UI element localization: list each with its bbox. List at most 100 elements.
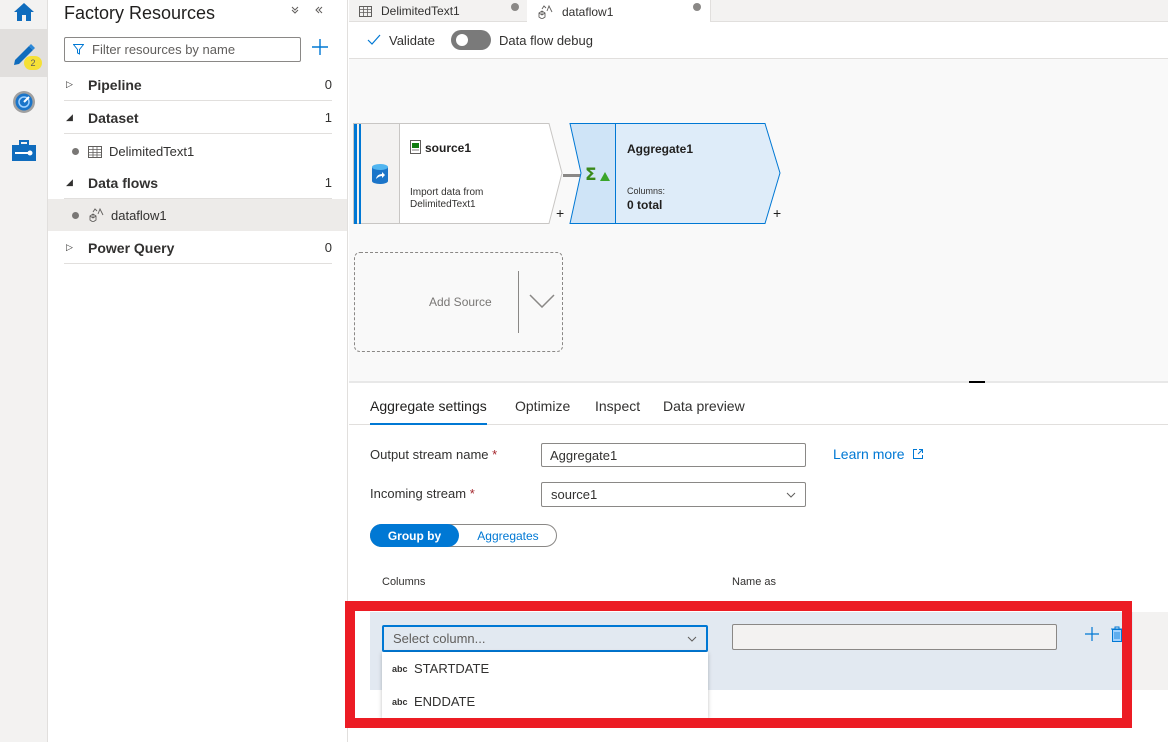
tree-group-data-flows[interactable]: ◢ Data flows 1 xyxy=(64,167,332,199)
select-column-dropdown[interactable]: Select column... xyxy=(382,625,708,652)
pivot-group-by[interactable]: Group by xyxy=(370,524,459,547)
tab-optimize[interactable]: Optimize xyxy=(515,398,570,414)
toolbox-icon xyxy=(12,140,36,161)
aggregate-columns-label: Columns: xyxy=(627,186,666,196)
pane-title: Factory Resources xyxy=(64,3,216,23)
source-add-transform-button[interactable]: + xyxy=(556,205,564,221)
unsaved-dot xyxy=(511,3,519,11)
unsaved-dot xyxy=(693,3,701,11)
aggregate-node-name: Aggregate1 xyxy=(627,142,694,156)
tree-group-power-query[interactable]: ▷ Power Query 0 xyxy=(64,232,332,264)
source-node-name: source1 xyxy=(425,141,472,155)
columns-header: Columns xyxy=(382,576,426,588)
tab-delimitedtext1[interactable]: DelimitedText1 xyxy=(349,0,527,22)
dataflow-canvas[interactable]: source1 Import data from DelimitedText1 … xyxy=(349,59,1168,381)
left-nav-rail: 2 xyxy=(0,0,48,742)
required-mark: * xyxy=(469,486,475,501)
home-icon xyxy=(14,3,34,21)
aggregate-sigma-icon: Σ xyxy=(585,165,610,183)
chevron-down-icon xyxy=(786,492,796,498)
aggregate-add-transform-button[interactable]: + xyxy=(773,205,781,221)
source-node-dataset: DelimitedText1 xyxy=(410,199,476,210)
filter-icon xyxy=(73,44,84,55)
tab-inspect[interactable]: Inspect xyxy=(595,398,640,414)
plus-icon xyxy=(312,39,328,55)
string-type-icon: abc xyxy=(392,696,408,707)
delete-row-icon[interactable] xyxy=(1110,626,1124,643)
filter-resources-field[interactable] xyxy=(64,37,301,62)
rail-manage[interactable] xyxy=(0,127,48,175)
rail-author[interactable]: 2 xyxy=(0,29,48,77)
data-flow-debug-toggle[interactable] xyxy=(451,30,492,50)
string-type-icon: abc xyxy=(392,663,408,674)
output-stream-label-text: Output stream name xyxy=(370,447,489,462)
tree-item-dataflow1[interactable]: dataflow1 xyxy=(48,199,347,231)
external-link-icon xyxy=(912,449,923,459)
output-stream-name-input[interactable] xyxy=(541,443,806,467)
tab-dataflow1[interactable]: dataflow1 xyxy=(527,0,711,23)
settings-panel-tabs: Aggregate settings Optimize Inspect Data… xyxy=(349,383,1168,425)
group-label: Power Query xyxy=(88,239,175,256)
add-source-button[interactable]: Add Source xyxy=(354,252,563,352)
item-label: dataflow1 xyxy=(111,207,167,223)
incoming-stream-label-text: Incoming stream xyxy=(370,486,467,501)
tab-data-preview[interactable]: Data preview xyxy=(663,398,745,414)
add-resource-button[interactable] xyxy=(309,36,331,58)
caret-down-icon: ◢ xyxy=(66,112,73,122)
tree-item-delimitedtext1[interactable]: DelimitedText1 xyxy=(48,135,347,167)
output-stream-label: Output stream name * xyxy=(370,447,497,462)
incoming-stream-select[interactable]: source1 xyxy=(541,482,806,507)
column-options-list: abc STARTDATE abc ENDDATE xyxy=(382,652,708,718)
table-icon xyxy=(88,145,102,158)
group-label: Data flows xyxy=(88,174,159,191)
chevron-down-icon xyxy=(687,636,697,642)
group-count: 1 xyxy=(324,110,332,125)
status-dot xyxy=(72,211,79,219)
caret-right-icon: ▷ xyxy=(66,242,73,252)
source-cylinder-icon xyxy=(372,164,388,184)
tab-aggregate-settings[interactable]: Aggregate settings xyxy=(370,398,487,425)
dataflow-toolbar: Validate Data flow debug xyxy=(349,22,1168,59)
document-tabs: DelimitedText1 dataflow1 xyxy=(349,0,1168,23)
group-count: 0 xyxy=(324,240,332,255)
column-option-name: STARTDATE xyxy=(414,661,490,676)
incoming-stream-label: Incoming stream * xyxy=(370,486,475,501)
debug-label: Data flow debug xyxy=(499,32,593,48)
double-chevron-down-icon xyxy=(291,6,299,14)
add-source-label: Add Source xyxy=(429,295,492,309)
checkmark-icon xyxy=(367,34,381,45)
dataflow-icon xyxy=(89,208,104,222)
hide-pane-button[interactable] xyxy=(314,3,324,18)
tree-group-pipeline[interactable]: ▷ Pipeline 0 xyxy=(64,69,332,101)
collapse-all-button[interactable] xyxy=(290,3,300,18)
factory-resources-pane: Factory Resources ▷ Pipeline 0 ◢ Dataset… xyxy=(48,0,348,742)
group-count: 1 xyxy=(324,175,332,190)
tree-group-dataset[interactable]: ◢ Dataset 1 xyxy=(64,102,332,134)
name-as-input[interactable] xyxy=(732,624,1057,650)
pivot-aggregates[interactable]: Aggregates xyxy=(459,524,557,547)
table-icon xyxy=(359,5,372,17)
learn-more-link[interactable]: Learn more xyxy=(833,446,924,462)
tab-label: DelimitedText1 xyxy=(381,4,460,18)
validate-label: Validate xyxy=(389,32,436,48)
chevron-down-icon[interactable] xyxy=(529,294,555,308)
column-option-enddate[interactable]: abc ENDDATE xyxy=(382,685,708,718)
rail-monitor[interactable] xyxy=(0,78,48,126)
caret-down-icon: ◢ xyxy=(66,177,73,187)
validate-button[interactable]: Validate xyxy=(367,33,435,48)
add-row-icon[interactable] xyxy=(1084,626,1100,642)
monitor-icon xyxy=(13,91,35,113)
column-option-startdate[interactable]: abc STARTDATE xyxy=(382,652,708,685)
csv-file-icon xyxy=(410,140,421,154)
group-label: Pipeline xyxy=(88,76,142,93)
caret-right-icon: ▷ xyxy=(66,79,73,89)
aggregate-columns-value: 0 total xyxy=(627,198,663,212)
item-label: DelimitedText1 xyxy=(109,143,195,159)
tab-label: dataflow1 xyxy=(562,4,614,19)
select-column-placeholder: Select column... xyxy=(393,631,486,646)
dataflow-icon xyxy=(538,4,553,19)
filter-resources-input[interactable] xyxy=(92,42,282,57)
required-mark: * xyxy=(492,447,498,462)
column-option-name: ENDDATE xyxy=(414,694,476,709)
status-dot xyxy=(72,147,79,155)
